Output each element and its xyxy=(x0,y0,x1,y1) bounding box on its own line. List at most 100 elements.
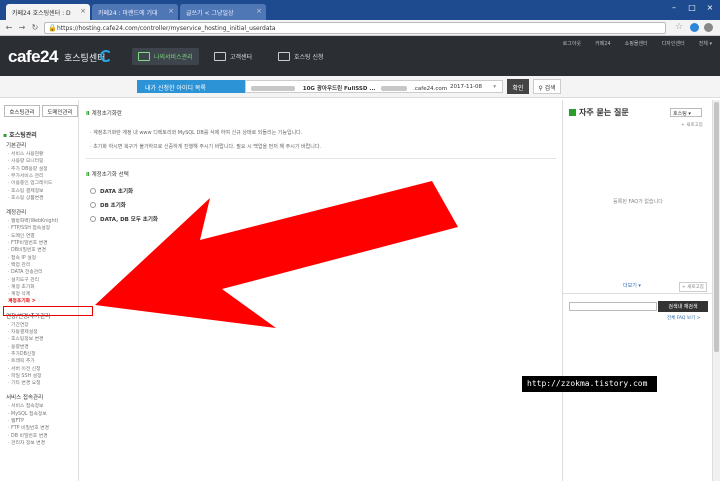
sidebar-item[interactable]: · MySQL 접속정보 xyxy=(8,410,47,417)
sidebar-item[interactable]: · DATA 전송관리 xyxy=(8,268,43,275)
sidebar-item[interactable]: · 설치도구 관리 xyxy=(8,276,39,283)
sidebar-item[interactable]: · 트래픽 추가 xyxy=(8,357,35,364)
sidebar-item[interactable]: · 웹FTP xyxy=(8,417,24,424)
option-db-reset[interactable]: DB 초기화 xyxy=(90,201,126,209)
option-label: DB 초기화 xyxy=(100,203,126,209)
tab-domain-manage[interactable]: 도메인관리 xyxy=(42,105,78,117)
shop-center-link[interactable]: 쇼핑몰센터 xyxy=(625,40,648,47)
sidebar-item[interactable]: · FTP/SSH 접속설정 xyxy=(8,224,50,231)
options-title-text: 계정초기화 선택 xyxy=(91,172,129,178)
sidebar-item[interactable]: · 웹방화벽(WebKnight) xyxy=(8,217,58,224)
faq-category-select[interactable]: 호스팅 ▾ xyxy=(670,108,702,117)
nav-my-services[interactable]: 나의서비스관리 xyxy=(132,48,199,65)
sidebar-item[interactable]: · DB 비밀번호 변경 xyxy=(8,432,48,439)
options-section-title: Ⅱ 계정초기화 선택 xyxy=(86,170,129,178)
sidebar-item[interactable]: · 계정 초기화 xyxy=(8,283,35,290)
logo-ring-icon xyxy=(100,50,112,62)
sidebar-item[interactable]: · FTP비밀번호 변경 xyxy=(8,239,48,246)
scrollbar-thumb[interactable] xyxy=(714,102,719,352)
search-button[interactable]: ⚲ 검색 xyxy=(533,79,561,94)
sidebar-item[interactable]: · 파일 SSH 설정 xyxy=(8,372,41,379)
tab-label: 글쓰기 < 그냥일상 xyxy=(186,10,234,17)
sidebar-item[interactable]: · 자동결제설정 xyxy=(8,328,38,335)
sidebar-item[interactable]: · 기간연장 xyxy=(8,321,29,328)
sidebar-item[interactable]: · 추가DB신청 xyxy=(8,350,36,357)
faq-write-button[interactable]: + 새로고침 xyxy=(679,282,707,292)
close-window-icon[interactable]: × xyxy=(704,3,716,12)
sidebar-item[interactable]: · FTP 비밀번호 변경 xyxy=(8,424,49,431)
sidebar-item[interactable]: · DB비밀번호 변경 xyxy=(8,246,46,253)
server-icon xyxy=(278,52,290,61)
close-icon[interactable]: × xyxy=(168,7,174,15)
tab-hosting-manage[interactable]: 호스팅관리 xyxy=(4,105,40,117)
option-label: DATA 초기화 xyxy=(100,189,134,195)
sidebar-item[interactable]: · 기타 변경 요청 xyxy=(8,379,41,386)
sidebar-group-title: 계정관리 xyxy=(6,210,27,217)
lock-icon: 🔒 xyxy=(48,24,57,32)
close-icon[interactable]: × xyxy=(256,7,262,15)
sidebar-item[interactable]: · 계정 삭제 xyxy=(8,290,30,297)
all-menu-link[interactable]: 전체 ▾ xyxy=(699,40,712,47)
browser-tab-2[interactable]: 카페24 : 마랜드에 기대 × xyxy=(92,4,178,20)
faq-title-text: 자주 묻는 질문 xyxy=(579,108,629,117)
faq-search-button[interactable]: 검색내 재검색 xyxy=(658,301,708,312)
faq-more-button[interactable]: 더보기 ▾ xyxy=(623,282,641,289)
sidebar-item[interactable]: · 호스팅 결제정보 xyxy=(8,187,43,194)
sidebar-item[interactable]: · 이용중인 업그레이드 xyxy=(8,179,52,186)
service-selector-bar: 내가 신청한 아이디 목록 10G 광아우드린 FullSSD ... .caf… xyxy=(0,76,720,98)
design-center-link[interactable]: 디자인센터 xyxy=(662,40,685,47)
sidebar-item[interactable]: · 서비스 사용현황 xyxy=(8,150,43,157)
sidebar-item[interactable]: · 서버 이전 신청 xyxy=(8,365,41,372)
menu-icon[interactable] xyxy=(704,23,713,32)
sidebar-item[interactable]: · 용량변경 xyxy=(8,343,29,350)
divider xyxy=(563,293,713,294)
sidebar-item[interactable]: · 사용량 모니터링 xyxy=(8,157,43,164)
faq-search-input[interactable] xyxy=(569,302,657,311)
sidebar-item[interactable]: · 관리자 정보 변경 xyxy=(8,439,45,446)
extension-icon[interactable] xyxy=(690,23,699,32)
utility-links: 로그아웃 카페24 쇼핑몰센터 디자인센터 전체 ▾ xyxy=(563,40,712,47)
faq-refresh-link[interactable]: + 새로고침 xyxy=(681,122,703,128)
confirm-button[interactable]: 확인 xyxy=(507,79,529,94)
sidebar-item[interactable]: · 추가 DB용량 설정 xyxy=(8,165,48,172)
sidebar-item[interactable]: · 접속 IP 설정 xyxy=(8,254,36,261)
address-bar[interactable]: 🔒 https://hosting.cafe24.com/controller/… xyxy=(44,22,666,34)
service-select[interactable]: 10G 광아우드린 FullSSD ... .cafe24.com 2017-1… xyxy=(245,80,503,93)
sidebar-item[interactable]: · 서비스 접속정보 xyxy=(8,402,43,409)
browser-tab-active[interactable]: 카페24 호스팅센터 : D × xyxy=(6,4,90,20)
sidebar-item[interactable]: · 호스팅 상품변경 xyxy=(8,194,43,201)
notice-title-text: 계정초기화란 xyxy=(91,111,122,117)
sidebar-item[interactable]: · 도메인 연결 xyxy=(8,232,35,239)
radio-button[interactable] xyxy=(90,202,96,208)
logo[interactable]: cafe24 xyxy=(8,47,58,67)
nav-hosting-apply[interactable]: 호스팅 신청 xyxy=(272,48,330,65)
sidebar-item[interactable]: · 부가서비스 관리 xyxy=(8,172,43,179)
nav-customer-center[interactable]: 고객센터 xyxy=(208,48,258,65)
star-icon[interactable]: ☆ xyxy=(675,22,683,32)
forward-icon[interactable]: → xyxy=(17,23,27,32)
support-icon xyxy=(214,52,226,61)
option-data-reset[interactable]: DATA 초기화 xyxy=(90,187,133,195)
sidebar-section-title: ▪ 호스팅관리 xyxy=(3,130,37,139)
back-icon[interactable]: ← xyxy=(4,23,14,32)
sidebar-item[interactable]: · 백업 관리 xyxy=(8,261,30,268)
cafe24-link[interactable]: 카페24 xyxy=(595,40,611,47)
logout-link[interactable]: 로그아웃 xyxy=(563,40,581,47)
radio-button[interactable] xyxy=(90,216,96,222)
notice-section-title: Ⅱ 계정초기화란 xyxy=(86,109,122,117)
sidebar-item[interactable]: 계정초기화 > xyxy=(8,297,36,304)
nav-label: 나의서비스관리 xyxy=(154,54,193,61)
sidebar-tabs: 호스팅관리 도메인관리 xyxy=(4,105,78,117)
option-all-reset[interactable]: DATA, DB 모두 초기화 xyxy=(90,215,158,223)
minimize-icon[interactable]: – xyxy=(668,3,680,12)
domain-text: .cafe24.com xyxy=(413,86,448,92)
radio-button[interactable] xyxy=(90,188,96,194)
faq-all-link[interactable]: 전체 FAQ 보기 > xyxy=(667,315,700,321)
browser-tab-3[interactable]: 글쓰기 < 그냥일상 × xyxy=(180,4,266,20)
page-scrollbar[interactable] xyxy=(712,100,720,481)
option-label: DATA, DB 모두 초기화 xyxy=(100,217,158,223)
close-icon[interactable]: × xyxy=(80,7,86,15)
maximize-icon[interactable]: □ xyxy=(686,3,698,12)
reload-icon[interactable]: ↻ xyxy=(30,23,40,32)
sidebar-item[interactable]: · 호스팅정보 변경 xyxy=(8,335,43,342)
